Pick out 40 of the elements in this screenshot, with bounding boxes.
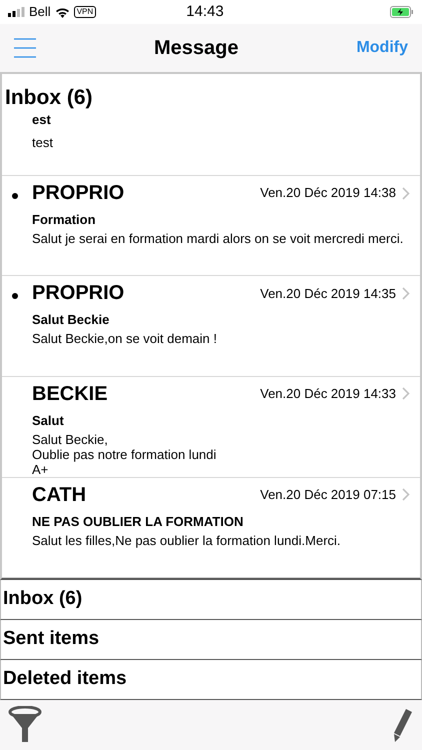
message-subject: NE PAS OUBLIER LA FORMATION — [31, 514, 244, 529]
sender-name: BECKIE — [32, 382, 108, 407]
sender-name: PROPRIO — [32, 181, 124, 206]
clock-time: 14:43 — [186, 2, 224, 22]
sender-name: CATH — [32, 482, 86, 508]
message-preview: A+ — [32, 462, 50, 477]
message-row[interactable]: BECKIE Ven.20 Déc 2019 14:33 Salut Salut Beckie, Oublie pas notre formation lundi A+ — [2, 376, 420, 478]
menu-icon[interactable] — [14, 38, 36, 58]
carrier-name: Bell — [29, 3, 51, 22]
chevron-icon — [402, 488, 410, 502]
page-title: Message — [152, 36, 240, 61]
chevron-icon — [402, 387, 410, 400]
battery-icon — [390, 6, 414, 18]
folder-item[interactable]: Inbox (6) — [0, 580, 422, 620]
message-date: Ven.20 Déc 2019 07:15 — [260, 486, 396, 504]
chevron-icon — [402, 286, 410, 300]
message-preview: Salut les filles,Ne pas oublier la formation lundi.Merci. — [32, 532, 342, 548]
sender-name: PROPRIO — [32, 281, 124, 306]
pencil-icon[interactable] — [392, 707, 414, 743]
message-subject: Salut — [31, 412, 65, 428]
signal-icon — [8, 7, 25, 17]
chevron-icon — [402, 186, 410, 200]
message-date: Ven.20 Déc 2019 14:38 — [260, 184, 396, 202]
message-date: Ven.20 Déc 2019 14:35 — [260, 284, 396, 303]
message-preview: Oublie pas notre formation lundi — [32, 446, 218, 462]
filter-icon[interactable] — [8, 706, 42, 744]
message-subject: Formation — [31, 212, 97, 227]
message-preview: Salut Beckie,on se voit demain ! — [32, 331, 218, 346]
message-row[interactable]: PROPRIO Ven.20 Déc 2019 14:35 Salut Beckie Salut Beckie,on se voit demain ! — [2, 276, 420, 377]
message-preview: Salut je serai en formation mardi alors on se voit mercredi merci. — [32, 231, 404, 246]
message-preview: test — [32, 134, 54, 152]
wifi-icon — [54, 6, 70, 18]
message-subject: est — [32, 112, 52, 127]
message-subject: Salut Beckie — [31, 312, 110, 328]
message-row[interactable]: PROPRIO Ven.20 Déc 2019 14:38 Formation Salut je serai en formation mardi alors on se voit mercredi merci. — [2, 176, 420, 276]
message-row[interactable]: CATH Ven.20 Déc 2019 07:15 NE PAS OUBLIER LA FORMATION Salut les filles,Ne pas oublier la formation lundi.Merci. — [2, 478, 420, 578]
message-preview: Salut Beckie, — [32, 432, 109, 447]
vpn-badge: VPN — [74, 6, 96, 18]
message-date: Ven.20 Déc 2019 14:33 — [260, 384, 396, 403]
folder-item[interactable]: Sent items — [0, 620, 422, 660]
